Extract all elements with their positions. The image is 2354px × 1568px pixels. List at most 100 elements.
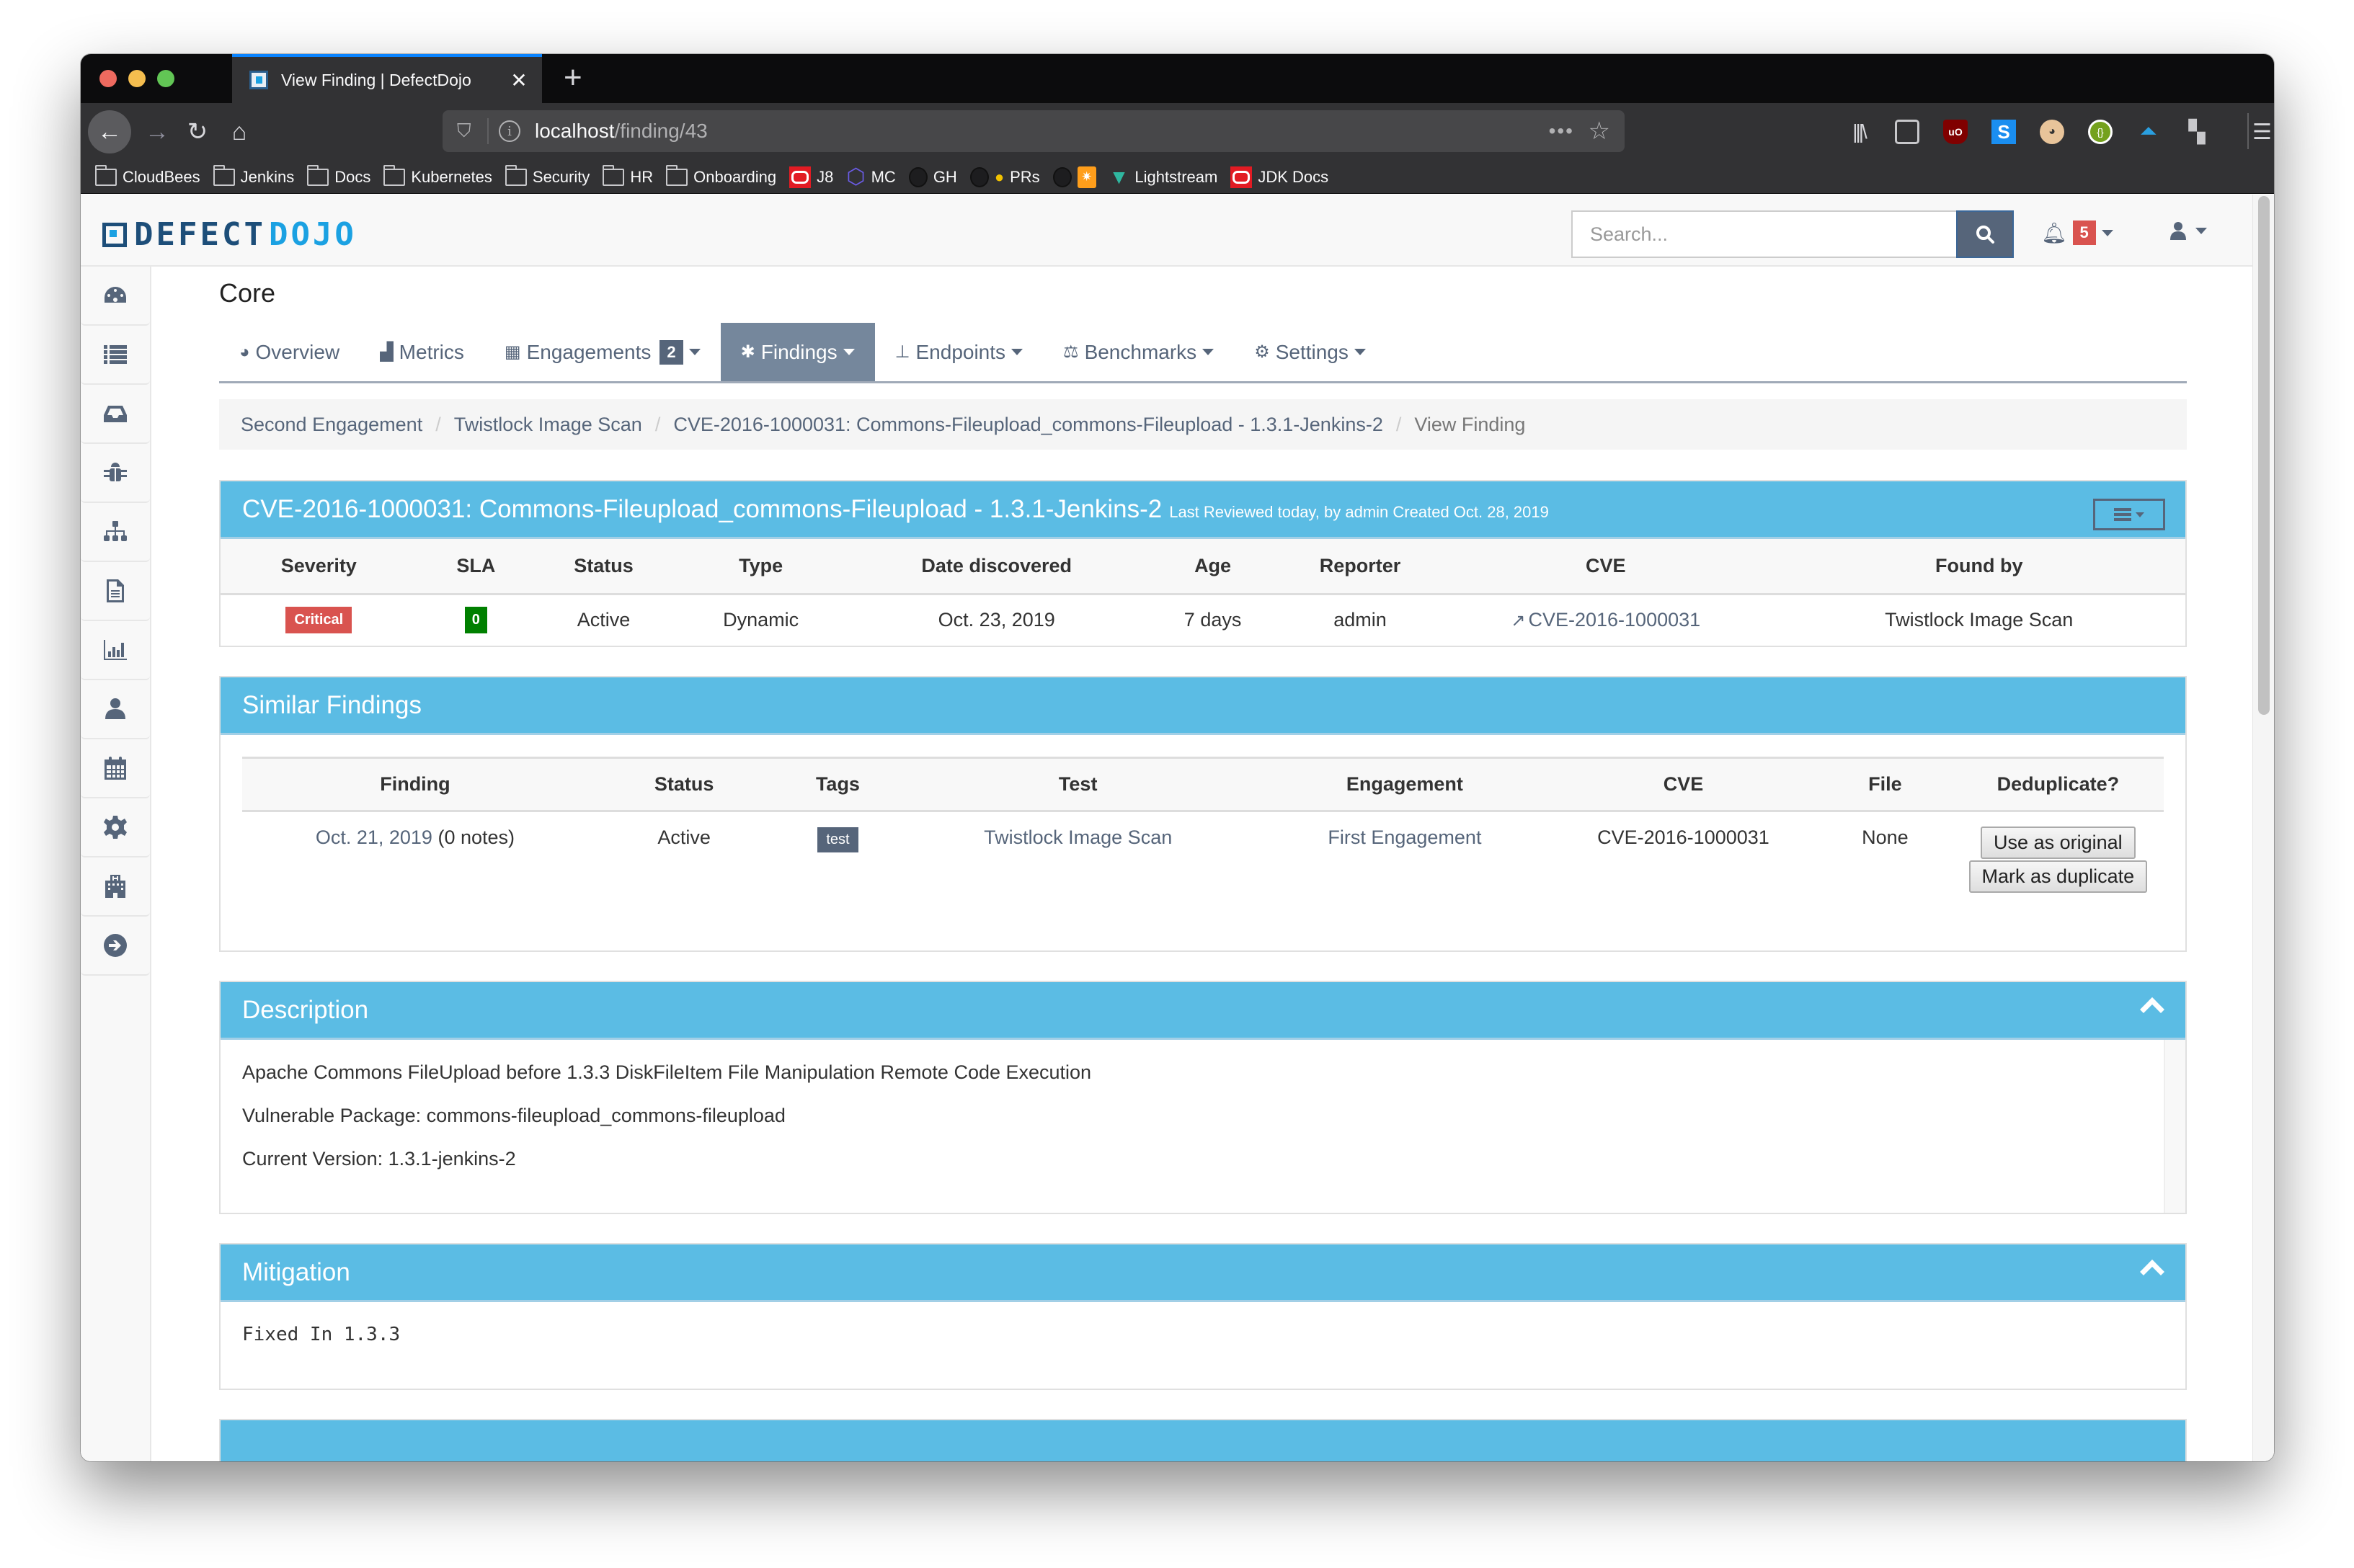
back-button[interactable]: ← xyxy=(88,110,131,153)
finding-actions-menu-button[interactable] xyxy=(2093,499,2165,530)
url-host: localhost xyxy=(535,120,615,142)
defectdojo-favicon-icon xyxy=(249,71,268,89)
site-info-icon[interactable]: i xyxy=(499,120,520,142)
breadcrumb-current: View Finding xyxy=(1414,413,1526,435)
bookmark-star-icon[interactable]: ☆ xyxy=(1589,117,1610,146)
description-scrollbar[interactable] xyxy=(2164,1040,2185,1213)
sidebar-item-calendar[interactable] xyxy=(81,739,150,798)
search-button[interactable] xyxy=(1956,210,2014,258)
inbox-icon xyxy=(104,406,127,422)
logo-mark-icon xyxy=(102,222,127,247)
close-tab-icon[interactable]: ✕ xyxy=(505,68,533,92)
bookmark-item[interactable]: GH xyxy=(908,166,957,187)
minimize-window-button[interactable] xyxy=(128,70,146,87)
tag-badge[interactable]: test xyxy=(817,827,858,852)
url-bar[interactable]: ⛉ i localhost /finding/43 ••• ☆ xyxy=(443,110,1625,152)
cve-link[interactable]: CVE-2016-1000031 xyxy=(1528,609,1700,631)
bookmark-item[interactable]: CloudBees xyxy=(95,164,200,187)
mark-as-duplicate-button[interactable]: Mark as duplicate xyxy=(1968,860,2148,893)
col-finding: Finding xyxy=(242,757,588,812)
tab-overview[interactable]: ◕ Overview xyxy=(219,323,360,381)
use-as-original-button[interactable]: Use as original xyxy=(1981,827,2136,859)
similar-engagement-link[interactable]: First Engagement xyxy=(1328,827,1481,848)
sidebar-item-reports[interactable] xyxy=(81,562,150,621)
sidebar-item-users[interactable] xyxy=(81,680,150,739)
page-scrollbar[interactable] xyxy=(2252,195,2274,1461)
json-viewer-icon[interactable]: {} xyxy=(2088,120,2113,144)
chevron-down-icon xyxy=(1202,349,1214,355)
new-tab-button[interactable]: + xyxy=(564,60,582,96)
sidebar-item-logout[interactable] xyxy=(81,917,150,976)
sidebar-item-engagements[interactable] xyxy=(81,385,150,444)
bookmark-item[interactable]: JDK Docs xyxy=(1230,166,1328,188)
lightstream-icon: ▼ xyxy=(1109,165,1129,188)
add-extension-grid-icon[interactable]: ▚ xyxy=(2185,120,2209,144)
similar-finding-link[interactable]: Oct. 21, 2019 xyxy=(316,827,432,848)
bookmark-item[interactable]: Docs xyxy=(307,164,370,187)
bookmark-item[interactable]: Security xyxy=(505,164,590,187)
tracking-protection-shield-icon[interactable]: ⛉ xyxy=(457,120,483,143)
privacy-badger-icon[interactable]: ◕ xyxy=(2040,120,2064,144)
browser-tab-active[interactable]: View Finding | DefectDojo ✕ xyxy=(232,54,542,103)
defectdojo-logo[interactable]: DEFECT DOJO xyxy=(102,216,357,253)
search-input[interactable] xyxy=(1571,210,1956,258)
col-date-discovered: Date discovered xyxy=(849,539,1145,595)
bookmark-label: CloudBees xyxy=(123,167,200,186)
sidebar-toggle-icon[interactable] xyxy=(1895,120,1919,144)
calendar-icon xyxy=(105,757,126,780)
bookmark-item[interactable]: Kubernetes xyxy=(383,164,492,187)
bookmark-item[interactable]: ● PRs xyxy=(969,166,1040,187)
close-window-button[interactable] xyxy=(99,70,117,87)
tab-findings[interactable]: ✱ Findings xyxy=(720,323,875,381)
chevron-up-icon[interactable] xyxy=(2140,997,2164,1022)
globe-icon: ◕ xyxy=(239,342,250,362)
user-dropdown[interactable] xyxy=(2169,220,2207,241)
ublock-origin-icon[interactable]: uO xyxy=(1943,120,1968,144)
side-navigation xyxy=(81,267,151,1461)
chevron-up-icon[interactable] xyxy=(2140,1260,2164,1284)
bookmark-item[interactable]: ▼ Lightstream xyxy=(1109,166,1218,189)
sidebar-item-product-types[interactable] xyxy=(81,858,150,917)
page-scrollbar-thumb[interactable] xyxy=(2258,196,2270,715)
notifications-dropdown[interactable]: 🔔︎ 5 xyxy=(2041,220,2113,245)
tab-benchmarks[interactable]: ⚖ Benchmarks xyxy=(1043,323,1234,381)
bookmark-item[interactable]: HR xyxy=(603,164,653,187)
tab-endpoints[interactable]: ⊥ Endpoints xyxy=(875,323,1043,381)
sidebar-item-dashboard[interactable] xyxy=(81,267,150,326)
tab-settings[interactable]: ⚙ Settings xyxy=(1234,323,1386,381)
product-nav-tabs: ◕ Overview ▟ Metrics ▦ Engagements 2 ✱ Findin… xyxy=(219,323,2187,383)
tab-metrics[interactable]: ▟ Metrics xyxy=(360,323,484,381)
reload-button[interactable]: ↻ xyxy=(176,110,219,153)
bookmark-item[interactable]: ⬡ MC xyxy=(846,166,895,188)
bar-chart-icon: ▟ xyxy=(380,342,394,362)
browser-menu-icon[interactable]: ☰ xyxy=(2250,110,2274,153)
bookmark-item[interactable]: ✷ xyxy=(1052,166,1096,188)
col-sla: SLA xyxy=(417,539,536,595)
bookmarks-bar: CloudBees Jenkins Docs Kubernetes Securi… xyxy=(81,161,2274,194)
home-button[interactable]: ⌂ xyxy=(218,110,261,153)
breadcrumb-finding[interactable]: CVE-2016-1000031: Commons-Fileupload_com… xyxy=(673,414,1383,436)
sidebar-item-products[interactable] xyxy=(81,326,150,385)
tab-engagements[interactable]: ▦ Engagements 2 xyxy=(484,323,721,381)
sitemap-icon: ⊥ xyxy=(894,342,910,362)
maximize-window-button[interactable] xyxy=(157,70,174,87)
breadcrumb-engagement[interactable]: Second Engagement xyxy=(241,414,422,436)
bookmark-item[interactable]: Jenkins xyxy=(213,164,294,187)
bookmark-item[interactable]: J8 xyxy=(789,166,833,188)
sidebar-item-endpoints[interactable] xyxy=(81,503,150,562)
finding-age: 7 days xyxy=(1183,609,1242,631)
sidebar-item-findings[interactable] xyxy=(81,444,150,503)
breadcrumb-test[interactable]: Twistlock Image Scan xyxy=(454,414,642,436)
similar-test-link[interactable]: Twistlock Image Scan xyxy=(984,827,1172,848)
library-icon[interactable]: |||\ xyxy=(1847,120,1871,144)
chevron-down-icon xyxy=(2195,227,2207,234)
page-actions-icon[interactable]: ••• xyxy=(1549,120,1574,143)
flask-icon[interactable]: ⏶ xyxy=(2136,120,2161,144)
sidebar-item-settings[interactable] xyxy=(81,798,150,858)
s-extension-icon[interactable]: S xyxy=(1991,120,2016,144)
bookmark-item[interactable]: Onboarding xyxy=(666,164,776,187)
forward-button[interactable]: → xyxy=(136,110,179,153)
user-icon xyxy=(105,698,125,719)
next-panel-partial xyxy=(219,1419,2187,1461)
sidebar-item-metrics[interactable] xyxy=(81,621,150,680)
